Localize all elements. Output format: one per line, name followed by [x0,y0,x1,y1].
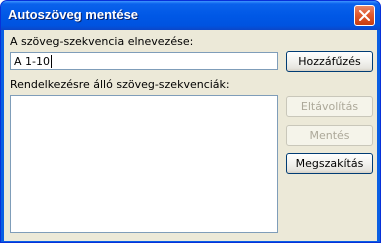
sequence-name-value: A 1-10 [14,55,50,68]
close-icon [359,10,370,21]
dialog-window: Autoszöveg mentése A szöveg-szekvencia e… [0,0,381,243]
text-caret [51,55,52,68]
cancel-button[interactable]: Megszakítás [286,153,373,174]
save-button[interactable]: Mentés [286,125,373,146]
add-button[interactable]: Hozzáfűzés [286,51,373,72]
dialog-body: A szöveg-szekvencia elnevezése: A 1-10 R… [4,30,377,241]
available-sequences-list[interactable] [10,95,278,233]
window-title: Autoszöveg mentése [8,7,139,22]
title-bar[interactable]: Autoszöveg mentése [1,1,380,30]
remove-button[interactable]: Eltávolítás [286,96,373,117]
sequence-name-input[interactable]: A 1-10 [10,52,278,70]
close-button[interactable] [354,5,375,26]
available-sequences-label: Rendelkezésre álló szöveg-szekvenciák: [10,78,230,91]
sequence-name-label: A szöveg-szekvencia elnevezése: [10,35,194,48]
